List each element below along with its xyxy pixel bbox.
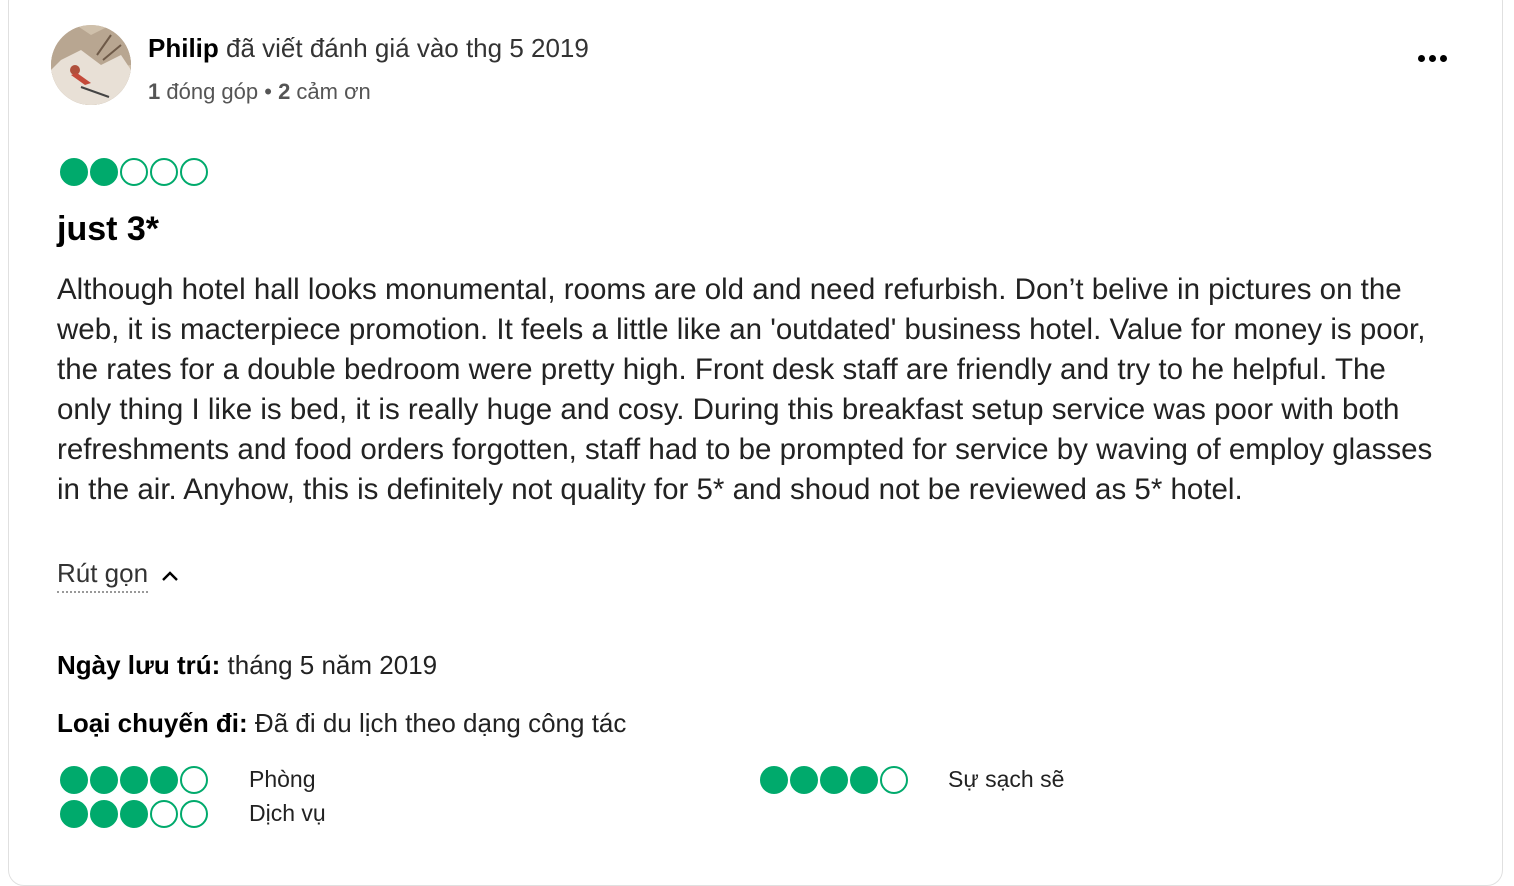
bubble-filled-icon [60,158,88,186]
trip-type-value: Đã đi du lịch theo dạng công tác [247,708,627,738]
trip-type: Loại chuyến đi: Đã đi du lịch theo dạng … [57,708,626,739]
author-line: Philip đã viết đánh giá vào thg 5 2019 [148,33,589,64]
more-horizontal-icon-dot [1417,54,1425,62]
bubble-filled-icon [790,766,818,794]
bubble-filled-icon [90,158,118,186]
trip-type-label: Loại chuyến đi: [57,708,248,738]
bubble-filled-icon [120,766,148,794]
sub-rating-label-cleanliness: Sự sạch sẽ [948,766,1065,792]
collapse-label: Rút gọn [57,558,149,593]
bubble-filled-icon [120,800,148,828]
bubble-filled-icon [60,800,88,828]
bubble-empty-icon [880,766,908,794]
review-body: Although hotel hall looks monumental, ro… [57,273,1433,506]
bubble-empty-icon [180,800,208,828]
thanks-label: cảm ơn [290,79,371,104]
bubble-empty-icon [180,158,208,186]
contributions-count: 1 [148,79,161,104]
contributions-label: đóng góp [160,79,259,104]
bubble-empty-icon [180,766,208,794]
bubble-empty-icon [150,158,178,186]
review-title[interactable]: just 3* [57,210,159,249]
review-rating-bubbles [60,158,208,186]
author-stats: 1 đóng góp • 2 cảm ơn [148,79,371,105]
bubble-filled-icon [90,766,118,794]
sub-rating-bubbles-cleanliness [760,766,908,794]
author-name[interactable]: Philip [148,33,219,63]
avatar[interactable] [51,25,131,105]
more-horizontal-icon-dot [1439,54,1447,62]
stay-date-label: Ngày lưu trú: [57,650,221,680]
sub-rating-bubbles-rooms [60,766,208,794]
bubble-filled-icon [150,766,178,794]
stats-separator: • [258,79,279,104]
sub-rating-bubbles-service [60,800,208,828]
stay-date-value: tháng 5 năm 2019 [220,650,438,680]
bubble-empty-icon [150,800,178,828]
bubble-filled-icon [60,766,88,794]
avatar-photo [51,25,131,105]
more-options-button[interactable] [1408,42,1456,74]
bubble-empty-icon [120,158,148,186]
more-horizontal-icon-dot [1428,54,1436,62]
stay-date: Ngày lưu trú: tháng 5 năm 2019 [57,650,437,681]
bubble-filled-icon [820,766,848,794]
bubble-filled-icon [760,766,788,794]
sub-rating-label-service: Dịch vụ [249,800,326,826]
author-action: đã viết đánh giá vào thg 5 2019 [218,33,589,63]
bubble-filled-icon [850,766,878,794]
thanks-count: 2 [278,79,291,104]
sub-rating-label-rooms: Phòng [249,766,316,792]
collapse-button[interactable]: Rút gọn [57,558,180,593]
bubble-filled-icon [90,800,118,828]
chevron-up-icon [160,569,180,583]
